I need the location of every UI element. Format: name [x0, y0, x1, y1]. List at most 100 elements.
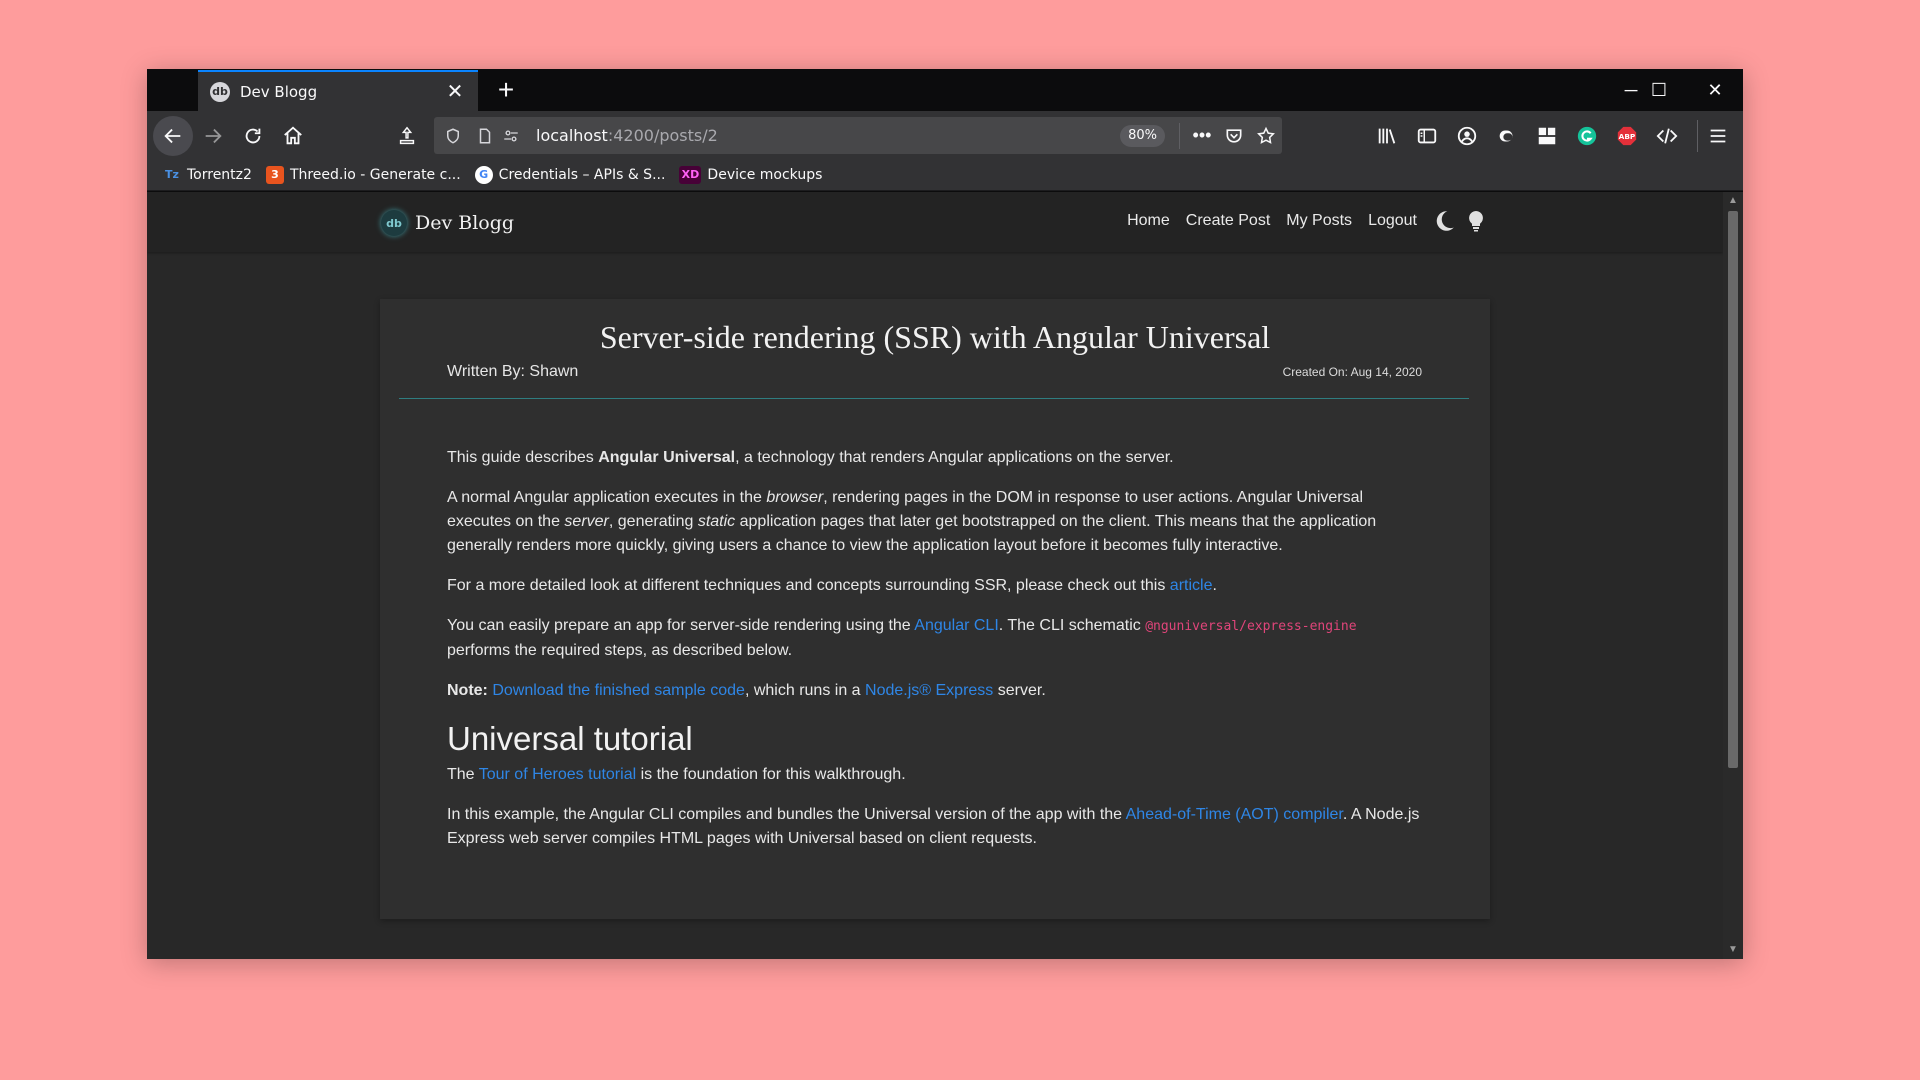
extension-tab-icon[interactable]: [1491, 120, 1523, 152]
url-path: :4200/posts/2: [607, 126, 718, 145]
italic-text: browser: [766, 489, 824, 506]
section-heading: Universal tutorial: [447, 720, 693, 757]
text: You can easily prepare an app for server…: [447, 617, 915, 634]
bookmarks-toolbar: Tz Torrentz2 3 Threed.io - Generate c...…: [147, 159, 1743, 191]
text: This guide describes: [447, 449, 599, 466]
italic-text: server: [564, 513, 609, 530]
arrow-left-icon: [164, 128, 181, 144]
url-divider: [1179, 122, 1180, 149]
threed-icon: 3: [265, 165, 284, 184]
reload-button[interactable]: [235, 118, 271, 154]
arrow-right-icon: [205, 128, 222, 144]
save-to-downloads-button[interactable]: [389, 118, 425, 154]
close-window-button[interactable]: ✕: [1687, 69, 1743, 111]
nodejs-express-link[interactable]: Node.js® Express: [865, 682, 993, 699]
text: , which runs in a: [744, 682, 866, 699]
brand-logo-icon: db: [381, 210, 407, 236]
nav-my-posts[interactable]: My Posts: [1286, 212, 1352, 230]
nav-logout[interactable]: Logout: [1368, 212, 1417, 230]
favicon-icon: db: [210, 81, 230, 102]
bookmark-device-mockups[interactable]: XD Device mockups: [679, 165, 823, 184]
pocket-icon[interactable]: [1218, 120, 1250, 152]
sidebar-icon[interactable]: [1411, 120, 1443, 152]
page-scrollbar[interactable]: ▲ ▼: [1723, 192, 1743, 959]
devtools-icon[interactable]: [1651, 120, 1683, 152]
brand-name: Dev Blogg: [415, 212, 515, 234]
title-divider: [399, 398, 1469, 399]
inline-code: @nguniversal/express-engine: [1145, 619, 1357, 634]
adobe-xd-icon: XD: [679, 165, 702, 184]
app-menu-button[interactable]: [1697, 120, 1737, 152]
tour-of-heroes-link[interactable]: Tour of Heroes tutorial: [479, 766, 636, 783]
text: , a technology that renders Angular appl…: [735, 449, 1174, 466]
bold-text: Angular Universal: [598, 449, 736, 466]
adblock-badge-text: ABP: [1619, 132, 1636, 141]
home-button[interactable]: [275, 118, 311, 154]
aot-compiler-link[interactable]: Ahead-of-Time (AOT) compiler: [1126, 806, 1343, 823]
download-sample-link[interactable]: Download the finished sample code: [492, 682, 745, 699]
lightbulb-icon[interactable]: [1463, 208, 1489, 234]
torrentz-icon: Tz: [165, 168, 179, 181]
paragraph-5: Note: Download the finished sample code,…: [447, 679, 1423, 703]
scroll-down-icon[interactable]: ▼: [1727, 944, 1739, 956]
back-button[interactable]: [153, 116, 193, 156]
text: server.: [993, 682, 1046, 699]
shield-icon[interactable]: [440, 123, 466, 149]
forward-button[interactable]: [195, 118, 231, 154]
text: , generating: [608, 513, 698, 530]
bookmark-label: Torrentz2: [187, 166, 252, 183]
account-icon[interactable]: [1451, 120, 1483, 152]
page-actions-menu-icon[interactable]: •••: [1186, 120, 1218, 152]
nav-create-post[interactable]: Create Post: [1186, 212, 1270, 230]
paragraph-3: For a more detailed look at different te…: [447, 574, 1423, 598]
url-text[interactable]: localhost:4200/posts/2: [536, 126, 1120, 145]
article-link[interactable]: article: [1170, 577, 1213, 594]
page-viewport: db Dev Blogg Home Create Post My Posts L…: [147, 192, 1723, 959]
paragraph-7: In this example, the Angular CLI compile…: [447, 803, 1423, 851]
paragraph-6: The Tour of Heroes tutorial is the found…: [447, 763, 1423, 787]
app-nav: Home Create Post My Posts Logout: [1111, 208, 1489, 234]
nav-home[interactable]: Home: [1127, 212, 1170, 230]
text: performs the required steps, as describe…: [447, 642, 793, 659]
scroll-up-icon[interactable]: ▲: [1727, 195, 1739, 207]
text: For a more detailed look at different te…: [447, 577, 1170, 594]
bookmark-torrentz2[interactable]: Tz Torrentz2: [163, 166, 252, 184]
paragraph-4: You can easily prepare an app for server…: [447, 614, 1423, 663]
text: is the foundation for this walkthrough.: [636, 766, 906, 783]
permissions-icon[interactable]: [498, 123, 524, 149]
bookmark-threed[interactable]: 3 Threed.io - Generate c...: [265, 165, 461, 184]
browser-window: db Dev Blogg ✕ + ─ ☐ ✕ localhost:4200/po…: [147, 69, 1743, 959]
nav-toolbar: localhost:4200/posts/2 80% ••• ABP: [147, 111, 1743, 159]
post-date: Created On: Aug 14, 2020: [1282, 365, 1422, 379]
bookmark-star-icon[interactable]: [1250, 120, 1282, 152]
scrollbar-thumb[interactable]: [1728, 211, 1738, 768]
moon-icon[interactable]: [1431, 208, 1457, 234]
italic-text: static: [697, 513, 736, 530]
page-info-icon[interactable]: [472, 123, 498, 149]
maximize-button[interactable]: ☐: [1631, 69, 1687, 111]
bookmark-label: Device mockups: [707, 166, 823, 183]
library-icon[interactable]: [1371, 120, 1403, 152]
new-tab-button[interactable]: +: [489, 73, 523, 107]
url-bar[interactable]: localhost:4200/posts/2 80% •••: [434, 117, 1282, 154]
brand-link[interactable]: db Dev Blogg: [381, 210, 514, 236]
tab-title: Dev Blogg: [240, 82, 318, 101]
google-icon: G: [474, 165, 493, 184]
text: In this example, the Angular CLI compile…: [447, 806, 1126, 823]
adblock-plus-icon[interactable]: ABP: [1611, 120, 1643, 152]
app-header: db Dev Blogg Home Create Post My Posts L…: [147, 192, 1723, 252]
bookmark-label: Threed.io - Generate c...: [289, 166, 461, 183]
zoom-indicator[interactable]: 80%: [1120, 124, 1165, 147]
text: . The CLI schematic: [998, 617, 1146, 634]
tab-close-icon[interactable]: ✕: [444, 79, 466, 104]
angular-cli-link[interactable]: Angular CLI: [914, 617, 999, 634]
home-icon: [284, 126, 302, 145]
extension-grid-icon[interactable]: [1531, 120, 1563, 152]
tab-dev-blogg[interactable]: db Dev Blogg ✕: [198, 70, 478, 111]
grammarly-icon[interactable]: [1571, 120, 1603, 152]
bookmark-credentials[interactable]: G Credentials – APIs & S...: [474, 165, 665, 184]
reload-icon: [245, 128, 261, 144]
post-body: This guide describes Angular Universal, …: [447, 446, 1423, 867]
post-title: Server-side rendering (SSR) with Angular…: [599, 319, 1271, 355]
hamburger-menu-icon: [1710, 129, 1725, 143]
